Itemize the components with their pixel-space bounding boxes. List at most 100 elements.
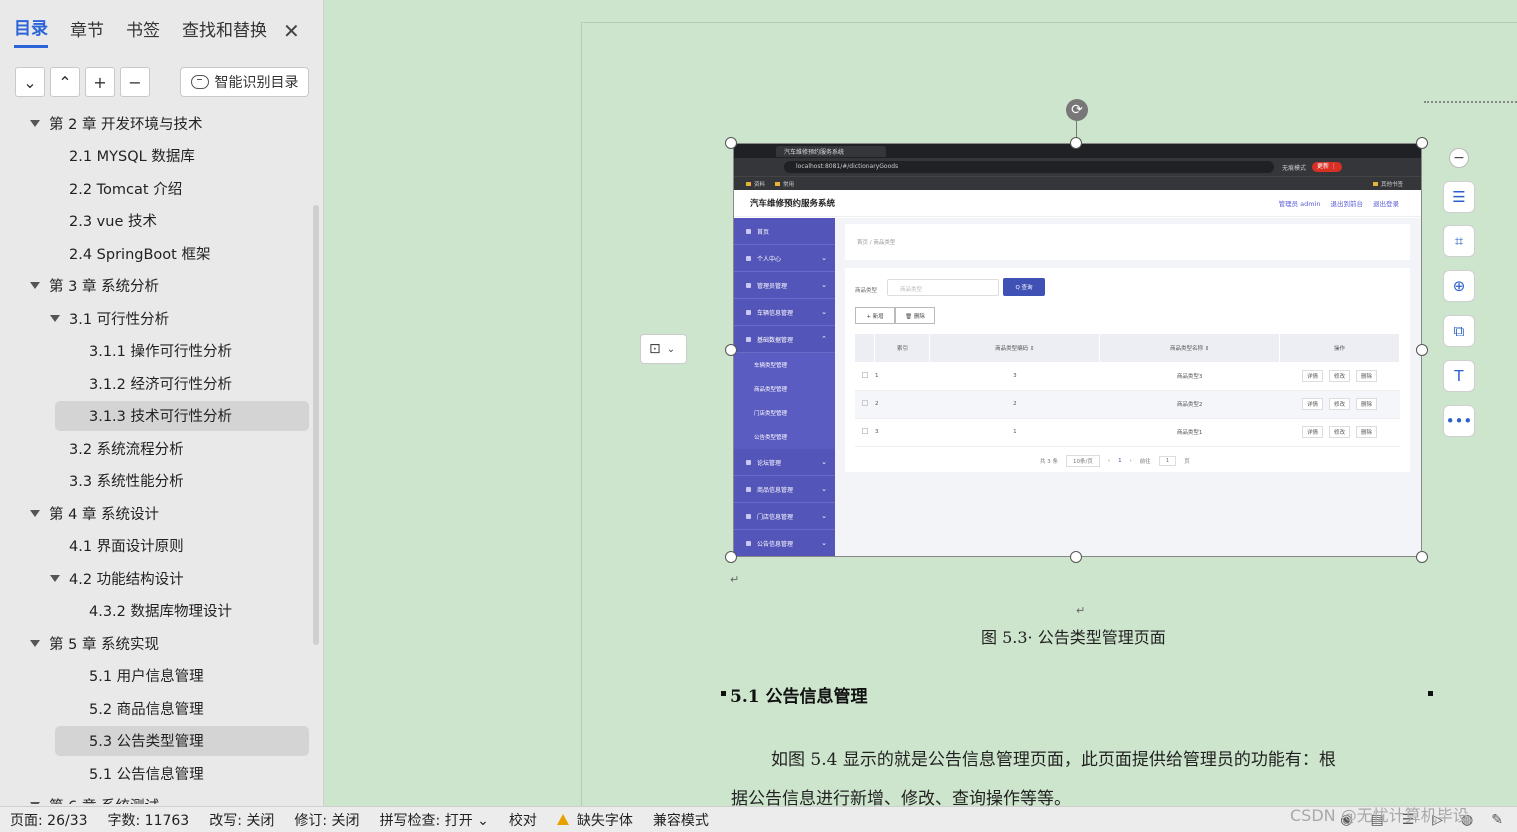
toc-item[interactable]: 5.1 用户信息管理 bbox=[88, 661, 204, 691]
compat-mode-status[interactable]: 兼容模式 bbox=[643, 810, 719, 830]
page-margin-guide bbox=[1424, 101, 1517, 103]
app-menu-item: 论坛管理 bbox=[734, 449, 835, 476]
expand-arrow-icon[interactable] bbox=[50, 314, 60, 322]
toc-item[interactable]: 3.3 系统性能分析 bbox=[68, 466, 184, 496]
resize-handle-e[interactable] bbox=[1416, 344, 1428, 356]
smart-toc-button[interactable]: 智能识别目录 bbox=[180, 67, 309, 97]
toc-item[interactable]: 5.2 商品信息管理 bbox=[88, 693, 204, 723]
toc-item-label: 第 4 章 系统设计 bbox=[49, 506, 160, 523]
app-header-links: 管理员 admin 退出到前台 退出登录 bbox=[1279, 198, 1399, 208]
resize-handle-w[interactable] bbox=[725, 344, 737, 356]
table-header: 操作 bbox=[1279, 334, 1400, 362]
admin-link: 管理员 admin bbox=[1278, 200, 1321, 208]
incognito-label: 无痕模式 bbox=[1282, 164, 1307, 172]
word-count[interactable]: 字数: 11763 bbox=[98, 810, 200, 830]
smart-toc-label: 智能识别目录 bbox=[214, 75, 299, 91]
tab-find-replace[interactable]: 查找和替换 bbox=[182, 16, 267, 47]
overtype-status[interactable]: 改写: 关闭 bbox=[199, 810, 284, 830]
table-cell: 3 bbox=[874, 418, 930, 447]
toc-item[interactable]: 第 2 章 开发环境与技术 bbox=[30, 108, 203, 138]
zoom-in-icon[interactable]: ⊕ bbox=[1443, 270, 1475, 302]
pen-icon[interactable]: ✎ bbox=[1491, 812, 1503, 828]
toc-item[interactable]: 4.1 界面设计原则 bbox=[68, 531, 184, 561]
close-icon[interactable]: ✕ bbox=[283, 19, 300, 43]
toc-item-label: 3.2 系统流程分析 bbox=[69, 441, 184, 458]
toc-item[interactable]: 第 3 章 系统分析 bbox=[30, 271, 159, 301]
watermark: CSDN @无忧计算机毕设 bbox=[1290, 806, 1469, 825]
table-row: 2 2 商品类型2 详情 修改 删除 bbox=[855, 390, 1400, 419]
spell-check-status[interactable]: 拼写检查: 打开 ⌄ bbox=[370, 810, 499, 830]
expand-up-button[interactable]: ⌃ bbox=[50, 67, 80, 97]
extract-text-icon[interactable]: T bbox=[1443, 360, 1475, 392]
row-action-button: 修改 bbox=[1329, 426, 1351, 438]
tab-toc[interactable]: 目录 bbox=[14, 14, 48, 48]
browser-tab: 汽车维修预约服务系统 bbox=[776, 145, 886, 157]
toc-item[interactable]: 5.3 公告类型管理 bbox=[55, 725, 309, 756]
toc-item[interactable]: 5.1 公告信息管理 bbox=[88, 758, 204, 788]
resize-handle-sw[interactable] bbox=[725, 551, 737, 563]
toc-item[interactable]: 3.1.3 技术可行性分析 bbox=[55, 400, 309, 431]
resize-handle-ne[interactable] bbox=[1416, 137, 1428, 149]
crop-icon[interactable]: ⌗ bbox=[1443, 225, 1475, 257]
toc-item[interactable]: 4.3.2 数据库物理设计 bbox=[88, 596, 232, 626]
table-header bbox=[855, 334, 876, 362]
expand-arrow-icon[interactable] bbox=[30, 802, 40, 804]
app-submenu-item: 车辆类型管理 bbox=[734, 353, 835, 377]
toc-item-label: 4.1 界面设计原则 bbox=[69, 539, 184, 555]
toc-item[interactable]: 第 5 章 系统实现 bbox=[30, 628, 159, 658]
pager-goto-input: 1 bbox=[1158, 456, 1177, 466]
collapse-all-button[interactable]: ⌄ bbox=[15, 67, 45, 97]
toc-item[interactable]: 第 6 章 系统测试 bbox=[30, 791, 159, 804]
page-count[interactable]: 页面: 26/33 bbox=[0, 810, 98, 830]
collapse-toolbar-button[interactable]: − bbox=[1449, 148, 1469, 168]
heading-marker bbox=[1428, 691, 1433, 696]
body-text-line[interactable]: 如图 5.4 显示的就是公告信息管理页面，此页面提供给管理员的功能有：根 bbox=[771, 745, 1336, 770]
proofread-button[interactable]: 校对 bbox=[499, 810, 547, 830]
toc-item[interactable]: 3.1 可行性分析 bbox=[50, 303, 169, 333]
toc-item[interactable]: 2.2 Tomcat 介绍 bbox=[68, 173, 182, 203]
browser-urlbar: localhost:8081/#/dictionaryGoods 无痕模式 更新… bbox=[734, 158, 1421, 176]
resize-handle-n[interactable] bbox=[1070, 137, 1082, 149]
warning-icon bbox=[556, 814, 569, 825]
row-action-button: 删除 bbox=[1356, 426, 1378, 438]
resize-handle-se[interactable] bbox=[1416, 551, 1428, 563]
add-button: + 新增 bbox=[855, 307, 895, 324]
app-menu-item: 商品信息管理 bbox=[734, 476, 835, 503]
expand-arrow-icon[interactable] bbox=[30, 509, 40, 517]
toc-scrollbar[interactable] bbox=[313, 205, 319, 645]
toc-item-label: 5.1 公告信息管理 bbox=[89, 766, 204, 783]
tab-bookmarks[interactable]: 书签 bbox=[126, 16, 160, 47]
expand-arrow-icon[interactable] bbox=[30, 119, 40, 127]
bookmark-item: 资料 bbox=[746, 180, 765, 188]
rotate-icon[interactable]: ⟳ bbox=[1066, 99, 1088, 121]
resize-handle-nw[interactable] bbox=[725, 137, 737, 149]
embedded-screenshot[interactable]: 汽车维修预约服务系统 localhost:8081/#/dictionaryGo… bbox=[733, 143, 1422, 557]
toc-item-label: 5.3 公告类型管理 bbox=[89, 734, 204, 750]
expand-arrow-icon[interactable] bbox=[30, 639, 40, 647]
toc-item[interactable]: 2.4 SpringBoot 框架 bbox=[68, 238, 210, 268]
toc-item[interactable]: 3.1.2 经济可行性分析 bbox=[88, 368, 232, 398]
ai-icon bbox=[190, 75, 209, 89]
app-main: 首页 / 商品类型 商品类型 商品类型 Q 查询 + 新增 🗑 删除 索引 商品类… bbox=[835, 218, 1421, 556]
resize-handle-s[interactable] bbox=[1070, 551, 1082, 563]
replace-image-icon[interactable]: ⧉ bbox=[1443, 315, 1475, 347]
toc-item[interactable]: 3.1.1 操作可行性分析 bbox=[88, 336, 232, 366]
expand-arrow-icon[interactable] bbox=[30, 282, 40, 289]
remove-item-button[interactable]: − bbox=[120, 67, 150, 97]
add-item-button[interactable]: + bbox=[85, 67, 115, 97]
figure-caption[interactable]: 图 5.3· 公告类型管理页面 bbox=[981, 624, 1166, 648]
more-icon[interactable]: ••• bbox=[1443, 405, 1475, 437]
toc-item[interactable]: 4.2 功能结构设计 bbox=[50, 563, 184, 593]
toc-item[interactable]: 3.2 系统流程分析 bbox=[68, 433, 184, 463]
tab-chapters[interactable]: 章节 bbox=[70, 16, 104, 47]
missing-font-status[interactable]: 缺失字体 bbox=[547, 810, 643, 830]
toc-item[interactable]: 2.1 MYSQL 数据库 bbox=[68, 141, 195, 171]
toc-item[interactable]: 第 4 章 系统设计 bbox=[30, 498, 159, 528]
section-heading[interactable]: 5.1 公告信息管理 bbox=[730, 682, 868, 707]
wrap-text-icon[interactable]: ☰ bbox=[1443, 181, 1475, 213]
table-header: 商品类型名称 ⇕ bbox=[1099, 334, 1281, 362]
track-changes-status[interactable]: 修订: 关闭 bbox=[284, 810, 369, 830]
expand-arrow-icon[interactable] bbox=[50, 574, 60, 582]
layout-options-button[interactable]: ⊡ ⌄ bbox=[640, 334, 687, 364]
toc-item[interactable]: 2.3 vue 技术 bbox=[68, 206, 157, 236]
